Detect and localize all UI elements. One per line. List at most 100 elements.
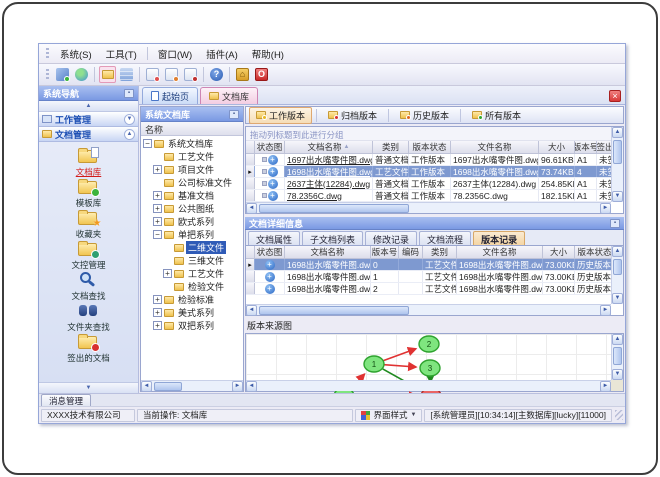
scroll-right-icon[interactable]: ► <box>600 380 611 392</box>
menu-tools[interactable]: 工具(T) <box>99 45 144 63</box>
table-row[interactable]: +2637主体(12284).dwg 普通文档 工作版本 2637主体(12284).… <box>246 178 611 190</box>
table-row[interactable]: +78.2356C.dwg 普通文档 工作版本 78.2356C.dwg 182.15K… <box>246 190 611 202</box>
column-header[interactable]: 版本状态 <box>409 141 451 154</box>
tree-item[interactable]: 三维文件 <box>141 254 243 267</box>
tree-item[interactable]: + 公共图纸 <box>141 202 243 215</box>
sidebar-item-folder-search[interactable]: 文件夹查找 <box>67 302 110 333</box>
expand-icon[interactable]: + <box>153 204 162 213</box>
ui-style-selector[interactable]: 界面样式 ▼ <box>355 408 423 422</box>
sidebar-group-work[interactable]: 工作管理 ▼ <box>39 112 138 127</box>
expand-icon[interactable]: + <box>153 165 162 174</box>
doc-delete-icon[interactable] <box>182 66 199 83</box>
exit-icon[interactable]: O <box>253 66 270 83</box>
tab-document-library[interactable]: 文档库 <box>200 87 259 104</box>
scroll-up-icon[interactable]: ▲ <box>612 246 623 257</box>
expand-icon[interactable]: + <box>163 269 172 278</box>
tree-item[interactable]: − 单把系列 <box>141 228 243 241</box>
scroll-thumb[interactable] <box>613 259 622 275</box>
scroll-left-icon[interactable]: ◄ <box>141 380 152 392</box>
tree-item[interactable]: − 系统文档库 <box>141 137 243 150</box>
resize-grip[interactable] <box>615 410 623 420</box>
tab-modify-record[interactable]: 修改记录 <box>365 231 418 245</box>
expand-icon[interactable]: + <box>153 191 162 200</box>
scroll-down-icon[interactable]: ▼ <box>612 191 623 202</box>
expand-icon[interactable]: + <box>153 321 162 330</box>
table-vscrollbar[interactable]: ▲ ▼ <box>611 246 623 304</box>
new-window-icon[interactable] <box>54 66 71 83</box>
column-header[interactable]: 大小 <box>539 141 575 154</box>
tree-item[interactable]: + 项目文件 <box>141 163 243 176</box>
window-list-icon[interactable] <box>118 66 135 83</box>
tab-doc-flow[interactable]: 文档流程 <box>419 231 472 245</box>
scroll-left-icon[interactable]: ◄ <box>246 380 257 392</box>
collapse-icon[interactable]: − <box>143 139 152 148</box>
table-hscrollbar[interactable]: ◄ ► <box>246 304 611 316</box>
graph-node-3[interactable]: 3 <box>419 359 441 377</box>
chevron-up-icon[interactable]: ▲ <box>124 128 135 140</box>
table-vscrollbar[interactable]: ▲ ▼ <box>611 127 623 202</box>
column-header[interactable]: 版本号 <box>575 141 597 154</box>
lock-icon[interactable]: ⌂ <box>234 66 251 83</box>
column-header[interactable]: 文档名称 ▲ <box>285 141 373 154</box>
tree-item[interactable]: 工艺文件 <box>141 150 243 163</box>
column-header[interactable]: 类别 <box>373 141 409 154</box>
column-header[interactable]: 类别 <box>423 246 457 259</box>
archive-version-button[interactable]: 归档版本 <box>321 107 384 124</box>
pin-icon[interactable]: ▪ <box>229 109 239 119</box>
column-header[interactable]: 版本状态 <box>575 246 611 259</box>
tab-doc-properties[interactable]: 文档属性 <box>248 231 301 245</box>
scroll-up-icon[interactable]: ▲ <box>612 334 623 345</box>
tree-item[interactable]: + 基准文档 <box>141 189 243 202</box>
chevron-down-icon[interactable]: ▼ <box>124 113 135 125</box>
sidebar-item-doc-search[interactable]: 文档查找 <box>71 271 106 302</box>
scroll-right-icon[interactable]: ► <box>232 380 243 392</box>
close-icon[interactable]: × <box>609 90 621 102</box>
menu-system[interactable]: 系统(S) <box>53 45 99 63</box>
column-header[interactable]: 签出状态 <box>597 141 611 154</box>
collapse-icon[interactable]: − <box>153 230 162 239</box>
table-row[interactable]: ▸ +1698出水嘴零件图.dwg 工艺文件 工作版本 1698出水嘴零件图.dwg 73… <box>246 166 611 178</box>
scroll-up-icon[interactable]: ▲ <box>612 127 623 138</box>
tree-item[interactable]: + 双把系列 <box>141 319 243 332</box>
table-row[interactable]: +1698出水嘴零件图.dwg 1 工艺文件 1698出水嘴零件图.dwg 73.00K… <box>246 271 611 283</box>
scroll-right-icon[interactable]: ► <box>600 202 611 214</box>
scroll-thumb[interactable] <box>259 203 409 213</box>
sidebar-item-doc-control[interactable]: 文控管理 <box>71 240 106 271</box>
scroll-down-icon[interactable]: ▼ <box>612 369 623 380</box>
scroll-right-icon[interactable]: ► <box>600 304 611 316</box>
scroll-left-icon[interactable]: ◄ <box>246 202 257 214</box>
sidebar-scroll-up[interactable]: ▲ <box>39 101 138 112</box>
expand-icon[interactable]: + <box>153 295 162 304</box>
scroll-thumb[interactable] <box>613 140 622 164</box>
column-header[interactable]: 大小 <box>543 246 575 259</box>
doc-edit-icon[interactable] <box>163 66 180 83</box>
drag-handle[interactable] <box>46 68 49 81</box>
sidebar-scroll-down[interactable]: ▼ <box>39 382 138 393</box>
all-version-button[interactable]: 所有版本 <box>465 107 528 124</box>
scroll-left-icon[interactable]: ◄ <box>246 304 257 316</box>
column-header[interactable]: 状态图 <box>255 141 285 154</box>
sidebar-item-document-library[interactable]: 文档库 <box>76 147 101 178</box>
tree-item[interactable]: + 检验标准 <box>141 293 243 306</box>
tree-item[interactable]: + 欧式系列 <box>141 215 243 228</box>
document-library-toolbar-icon[interactable] <box>99 66 116 83</box>
tree-hscrollbar[interactable]: ◄ ► <box>141 380 243 392</box>
graph-hscrollbar[interactable]: ◄ ► <box>246 380 611 392</box>
table-hscrollbar[interactable]: ◄ ► <box>246 202 611 214</box>
tab-subdoc-list[interactable]: 子文档列表 <box>302 231 364 245</box>
scroll-thumb[interactable] <box>259 305 409 315</box>
drag-handle[interactable] <box>46 47 49 60</box>
tree-item[interactable]: 二维文件 <box>141 241 243 254</box>
scroll-down-icon[interactable]: ▼ <box>612 293 623 304</box>
column-header[interactable]: 版本号 <box>371 246 399 259</box>
tab-version-record[interactable]: 版本记录 <box>473 231 526 245</box>
menu-window[interactable]: 窗口(W) <box>151 45 199 63</box>
sidebar-item-template-library[interactable]: 模板库 <box>76 178 101 209</box>
column-header[interactable]: 文件名称 <box>457 246 543 259</box>
table-row[interactable]: ▸ +1698出水嘴零件图.dwg 0 工艺文件 1698出水嘴零件图.dwg 73.00… <box>246 259 611 271</box>
pin-icon[interactable]: ▪ <box>124 88 134 98</box>
column-header[interactable]: 编码 <box>399 246 423 259</box>
scroll-thumb[interactable] <box>154 381 182 391</box>
doc-report-icon[interactable] <box>144 66 161 83</box>
message-manager-tab[interactable]: 消息管理 <box>41 394 92 406</box>
